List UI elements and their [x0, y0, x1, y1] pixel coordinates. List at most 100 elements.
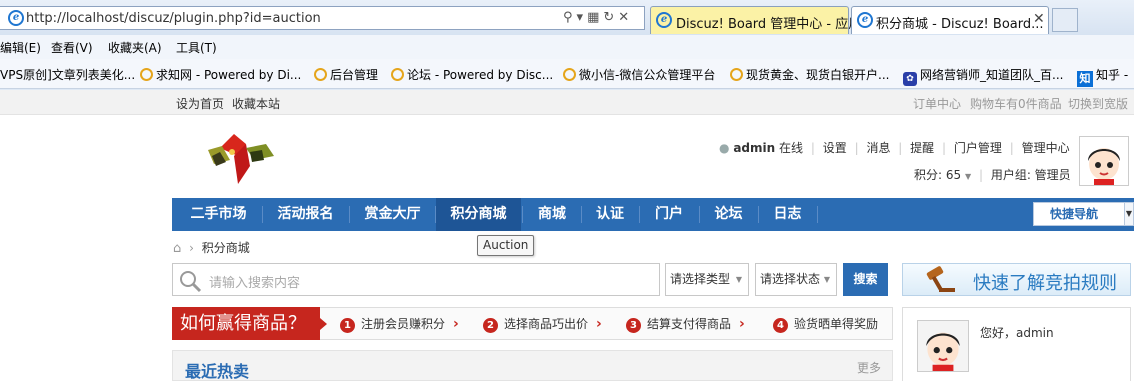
favicon-icon	[730, 68, 743, 81]
tab-label: Discuz! Board 管理中心 - 应用	[676, 17, 862, 32]
stop-icon[interactable]: ✕	[618, 10, 633, 25]
chevron-right-icon: ›	[453, 316, 459, 332]
welcome-greeting: 您好，admin	[980, 326, 1054, 340]
close-tab-icon[interactable]: ✕	[1033, 11, 1045, 27]
ie-icon: e	[857, 12, 873, 28]
welcome-panel: 您好，admin	[902, 307, 1131, 381]
status-select[interactable]: 请选择状态 ▼	[755, 263, 837, 296]
tab-admin-center[interactable]: e Discuz! Board 管理中心 - 应用	[650, 6, 861, 34]
favorite-item[interactable]: 求知网 - Powered by Di...	[140, 66, 301, 83]
search-input[interactable]: 请输入搜索内容	[172, 263, 660, 296]
dropdown-icon[interactable]: ▾	[577, 10, 588, 25]
address-bar[interactable]: e http://localhost/discuz/plugin.php?id=…	[0, 6, 645, 30]
type-select-value: 请选择类型	[670, 272, 731, 286]
caret-down-icon[interactable]: ▼	[965, 172, 971, 181]
favorite-item[interactable]: 微小信-微信公众管理平台	[563, 66, 715, 83]
nav-item-portal[interactable]: 门户	[640, 198, 698, 231]
nav-item-points-mall[interactable]: 积分商城	[436, 198, 521, 231]
auction-rules-banner[interactable]: 快速了解竞拍规则	[902, 263, 1131, 296]
menu-edit[interactable]: 编辑(E)	[0, 39, 41, 56]
search-icon[interactable]: ⚲	[563, 10, 577, 25]
zhihu-icon: 知	[1077, 71, 1093, 87]
notices-link[interactable]: 提醒	[910, 141, 934, 155]
nav-item-shop[interactable]: 商城	[523, 198, 581, 231]
hot-sales-title: 最近热卖	[185, 362, 250, 381]
username-link[interactable]: admin	[733, 141, 775, 155]
site-topbar: 设为首页 收藏本站 订单中心 购物车有0件商品 切换到宽版	[0, 90, 1134, 115]
step-item: 2 选择商品巧出价 ›	[483, 315, 602, 333]
chevron-right-icon: ›	[739, 316, 745, 332]
gavel-icon	[926, 266, 955, 292]
favorite-item[interactable]: 知知乎 -	[1077, 66, 1128, 87]
tab-label: 积分商城 - Discuz! Board...	[876, 17, 1044, 32]
separator: |	[898, 141, 903, 155]
separator: |	[810, 141, 815, 155]
wide-mode-link[interactable]: 切换到宽版	[1068, 95, 1128, 112]
auction-rules-text: 快速了解竞拍规则	[973, 273, 1117, 294]
favicon-icon	[391, 68, 404, 81]
quick-nav-button[interactable]: 快捷导航	[1033, 202, 1126, 226]
menu-bar: 编辑(E) 查看(V) 收藏夹(A) 工具(T)	[0, 35, 1134, 59]
step-label: 选择商品巧出价	[504, 317, 589, 331]
nav-item-second-hand[interactable]: 二手市场	[176, 198, 261, 231]
tab-points-mall[interactable]: e 积分商城 - Discuz! Board... ✕	[851, 6, 1049, 34]
site-logo[interactable]	[200, 126, 280, 186]
step-number: 1	[340, 318, 355, 333]
new-tab-button[interactable]	[1052, 8, 1078, 32]
how-to-win-title: 如何赢得商品？	[172, 307, 320, 340]
home-icon[interactable]: ⌂	[173, 241, 181, 256]
refresh-icon[interactable]: ↻	[603, 10, 618, 25]
order-center-link[interactable]: 订单中心	[913, 95, 961, 112]
user-credits-row: 积分: 65 ▼ | 用户组: 管理员	[914, 166, 1071, 183]
user-group-link[interactable]: 用户组: 管理员	[991, 168, 1071, 182]
user-avatar[interactable]	[1079, 136, 1129, 186]
admin-center-link[interactable]: 管理中心	[1022, 141, 1070, 155]
favorite-item[interactable]: 后台管理	[314, 66, 378, 83]
nav-item-certify[interactable]: 认证	[582, 198, 638, 231]
credits-link[interactable]: 积分: 65	[914, 168, 961, 182]
breadcrumb: ⌂ › 积分商城	[173, 239, 250, 256]
nav-item-blog[interactable]: 日志	[759, 198, 816, 231]
settings-link[interactable]: 设置	[823, 141, 847, 155]
favorite-item[interactable]: 论坛 - Powered by Disc...	[391, 66, 553, 83]
more-link[interactable]: 更多	[857, 359, 881, 376]
menu-favorites[interactable]: 收藏夹(A)	[108, 39, 162, 56]
favorite-item[interactable]: 现货黄金、现货白银开户...	[730, 66, 889, 83]
menu-tools[interactable]: 工具(T)	[176, 39, 217, 56]
avatar[interactable]	[917, 320, 969, 372]
type-select[interactable]: 请选择类型 ▼	[665, 263, 749, 296]
messages-link[interactable]: 消息	[866, 141, 890, 155]
set-homepage-link[interactable]: 设为首页	[176, 95, 224, 112]
step-number: 3	[626, 318, 641, 333]
nav-divider	[817, 206, 818, 223]
step-item: 3 结算支付得商品 ›	[626, 315, 745, 333]
address-actions[interactable]: ⚲▾▦↻✕	[563, 10, 633, 25]
search-placeholder: 请输入搜索内容	[209, 276, 301, 291]
separator: |	[1009, 141, 1014, 155]
address-url[interactable]: http://localhost/discuz/plugin.php?id=au…	[26, 11, 321, 26]
search-button[interactable]: 搜索	[843, 263, 888, 296]
user-icon: ●	[719, 141, 730, 155]
step-number: 4	[773, 318, 788, 333]
breadcrumb-current[interactable]: 积分商城	[202, 241, 250, 255]
favorite-item[interactable]: VPS原创]文章列表美化...	[0, 66, 135, 83]
nav-item-activity[interactable]: 活动报名	[263, 198, 348, 231]
ie-icon: e	[8, 10, 24, 26]
online-status[interactable]: 在线	[779, 141, 803, 155]
nav-item-bounty[interactable]: 赏金大厅	[350, 198, 435, 231]
bookmark-site-link[interactable]: 收藏本站	[232, 95, 280, 112]
favorite-item[interactable]: ✿ 网络营销师_知道团队_百...	[903, 66, 1063, 86]
nav-item-forum[interactable]: 论坛	[700, 198, 757, 231]
menu-view[interactable]: 查看(V)	[51, 39, 93, 56]
chevron-down-icon[interactable]: ▼	[1124, 202, 1134, 226]
compat-icon[interactable]: ▦	[587, 10, 603, 25]
chevron-right-icon: ›	[189, 241, 194, 255]
step-label: 注册会员赚积分	[361, 317, 446, 331]
avatar-icon	[926, 332, 960, 371]
step-item: 1 注册会员赚积分 ›	[340, 315, 459, 333]
chevron-right-icon: ›	[596, 316, 602, 332]
cart-link[interactable]: 购物车有0件商品	[970, 95, 1062, 112]
user-info-row: ● admin 在线 | 设置 | 消息 | 提醒 | 门户管理 | 管理中心 …	[719, 139, 1113, 156]
avatar-icon	[1088, 148, 1120, 185]
portal-admin-link[interactable]: 门户管理	[954, 141, 1002, 155]
